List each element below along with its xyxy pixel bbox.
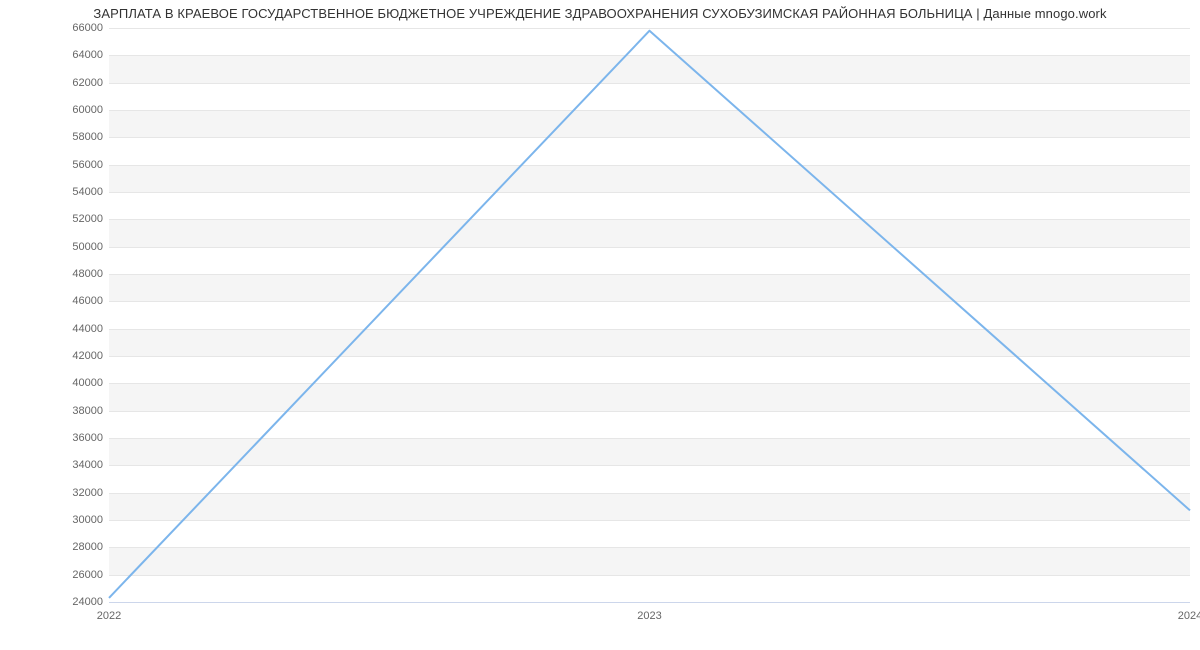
series-line [109,31,1190,598]
y-tick-label: 28000 [72,541,103,553]
y-tick-label: 34000 [72,459,103,471]
y-tick-label: 60000 [72,104,103,116]
y-tick-label: 54000 [72,186,103,198]
y-tick-label: 26000 [72,569,103,581]
y-tick-label: 30000 [72,514,103,526]
y-tick-label: 24000 [72,596,103,608]
chart-title: ЗАРПЛАТА В КРАЕВОЕ ГОСУДАРСТВЕННОЕ БЮДЖЕ… [0,6,1200,21]
y-tick-label: 44000 [72,323,103,335]
y-tick-label: 46000 [72,295,103,307]
x-tick-label: 2023 [637,610,661,622]
y-tick-label: 40000 [72,377,103,389]
y-tick-label: 64000 [72,49,103,61]
y-tick-label: 50000 [72,241,103,253]
y-tick-label: 48000 [72,268,103,280]
y-tick-label: 38000 [72,405,103,417]
y-tick-label: 42000 [72,350,103,362]
x-tick-label: 2024 [1178,610,1200,622]
x-tick-label: 2022 [97,610,121,622]
y-tick-label: 58000 [72,131,103,143]
salary-line-chart: ЗАРПЛАТА В КРАЕВОЕ ГОСУДАРСТВЕННОЕ БЮДЖЕ… [0,0,1200,650]
x-axis-line [109,602,1190,603]
y-tick-label: 36000 [72,432,103,444]
y-tick-label: 52000 [72,213,103,225]
y-tick-label: 32000 [72,487,103,499]
plot-area: 2400026000280003000032000340003600038000… [109,28,1190,602]
y-tick-label: 66000 [72,22,103,34]
y-tick-label: 56000 [72,159,103,171]
y-tick-label: 62000 [72,77,103,89]
line-series [109,28,1190,602]
